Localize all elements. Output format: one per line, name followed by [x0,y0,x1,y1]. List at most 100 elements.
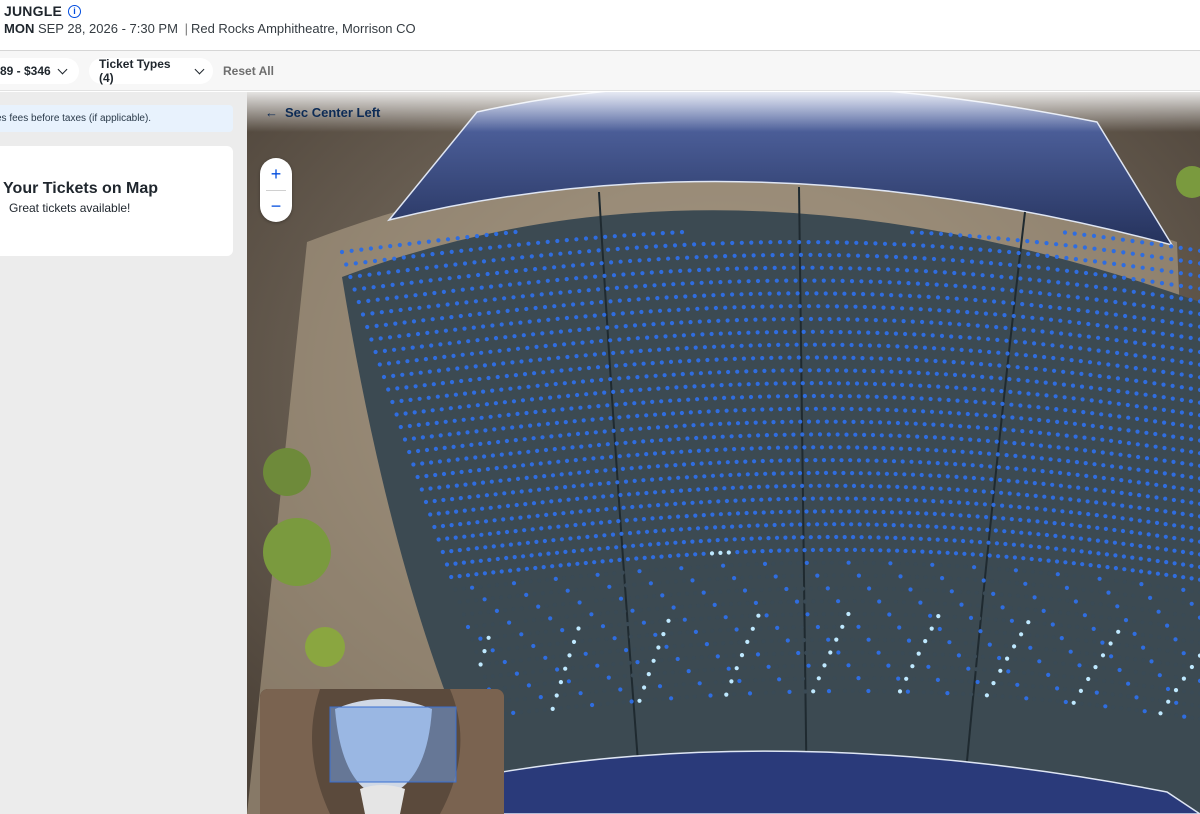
seat[interactable] [1120,503,1125,508]
seat[interactable] [457,275,462,280]
seat[interactable] [1109,654,1114,659]
seat[interactable] [906,434,911,439]
seat[interactable] [889,293,894,298]
seat[interactable] [718,512,723,517]
seat[interactable] [389,309,394,314]
seat[interactable] [402,437,408,442]
seat[interactable] [948,232,953,237]
seat[interactable] [397,242,402,248]
seat[interactable] [721,344,726,349]
seat[interactable] [737,330,742,336]
seat[interactable] [826,432,831,437]
seat[interactable] [1141,291,1146,296]
seat[interactable] [754,472,759,477]
seat[interactable] [1112,527,1117,533]
seat[interactable] [1145,468,1150,473]
seat[interactable] [1041,481,1046,486]
seat[interactable] [1151,343,1156,348]
seat[interactable] [522,528,527,533]
seat[interactable] [959,436,964,442]
seat[interactable] [580,301,585,306]
seat[interactable] [442,354,447,359]
seat[interactable] [647,348,652,353]
seat[interactable] [1089,398,1094,403]
seat[interactable] [771,368,776,373]
seat[interactable] [445,510,450,515]
seat[interactable] [1170,371,1175,376]
seat[interactable] [913,421,918,426]
seat[interactable] [1151,330,1156,335]
seat[interactable] [629,427,634,432]
seat[interactable] [975,323,980,328]
seat[interactable] [487,557,492,562]
seat[interactable] [446,458,451,463]
seat[interactable] [726,369,731,375]
seat[interactable] [648,581,653,586]
seat[interactable] [614,441,619,446]
seat[interactable] [682,423,687,428]
seat[interactable] [1095,323,1100,328]
seat[interactable] [784,394,790,399]
seat[interactable] [748,343,753,348]
seat[interactable] [1063,560,1068,565]
seat[interactable] [524,475,529,480]
seat[interactable] [1008,504,1013,509]
seat[interactable] [365,324,370,330]
seat[interactable] [479,532,484,537]
seat[interactable] [498,283,503,288]
seat[interactable] [564,238,569,243]
seat[interactable] [886,267,891,272]
seat[interactable] [826,483,831,488]
seat[interactable] [659,399,664,404]
seat[interactable] [1115,604,1120,609]
seat[interactable] [827,381,833,386]
seat[interactable] [710,473,716,478]
seat[interactable] [856,394,861,399]
seat[interactable] [911,243,916,248]
seat[interactable] [605,286,610,291]
seat[interactable] [1062,395,1067,400]
seat[interactable] [867,586,872,591]
seat[interactable] [908,523,913,528]
seat[interactable] [543,447,549,453]
seat[interactable] [415,331,421,337]
seat[interactable] [514,502,519,508]
seat[interactable] [513,438,518,443]
seat[interactable] [823,522,828,527]
seat[interactable] [606,675,611,680]
seat[interactable] [487,440,492,446]
seat[interactable] [846,611,851,617]
seat[interactable] [564,523,569,528]
seat[interactable] [1060,356,1065,362]
seat[interactable] [698,539,703,544]
seat[interactable] [1162,471,1167,476]
seat[interactable] [750,497,755,502]
seat[interactable] [1161,357,1166,362]
seat[interactable] [892,318,897,323]
seat[interactable] [612,467,617,472]
seat[interactable] [1128,504,1133,509]
seat[interactable] [669,321,675,326]
seat[interactable] [466,339,471,344]
seat[interactable] [844,547,849,552]
seat[interactable] [842,355,847,360]
seat[interactable] [1016,492,1021,497]
seat[interactable] [1171,485,1176,490]
seat[interactable] [1066,294,1071,299]
seat[interactable] [978,629,983,634]
seat[interactable] [1102,501,1107,506]
seat[interactable] [529,254,534,259]
seat[interactable] [468,468,473,474]
seat[interactable] [1080,562,1085,567]
seat[interactable] [451,288,456,293]
seat[interactable] [353,261,358,266]
seat[interactable] [399,398,404,403]
seat[interactable] [866,688,871,694]
seat[interactable] [382,348,387,353]
seat[interactable] [671,282,676,287]
seat[interactable] [637,698,642,703]
seat[interactable] [473,364,478,369]
seat[interactable] [758,240,763,245]
seat[interactable] [879,497,884,502]
seat[interactable] [676,436,681,442]
